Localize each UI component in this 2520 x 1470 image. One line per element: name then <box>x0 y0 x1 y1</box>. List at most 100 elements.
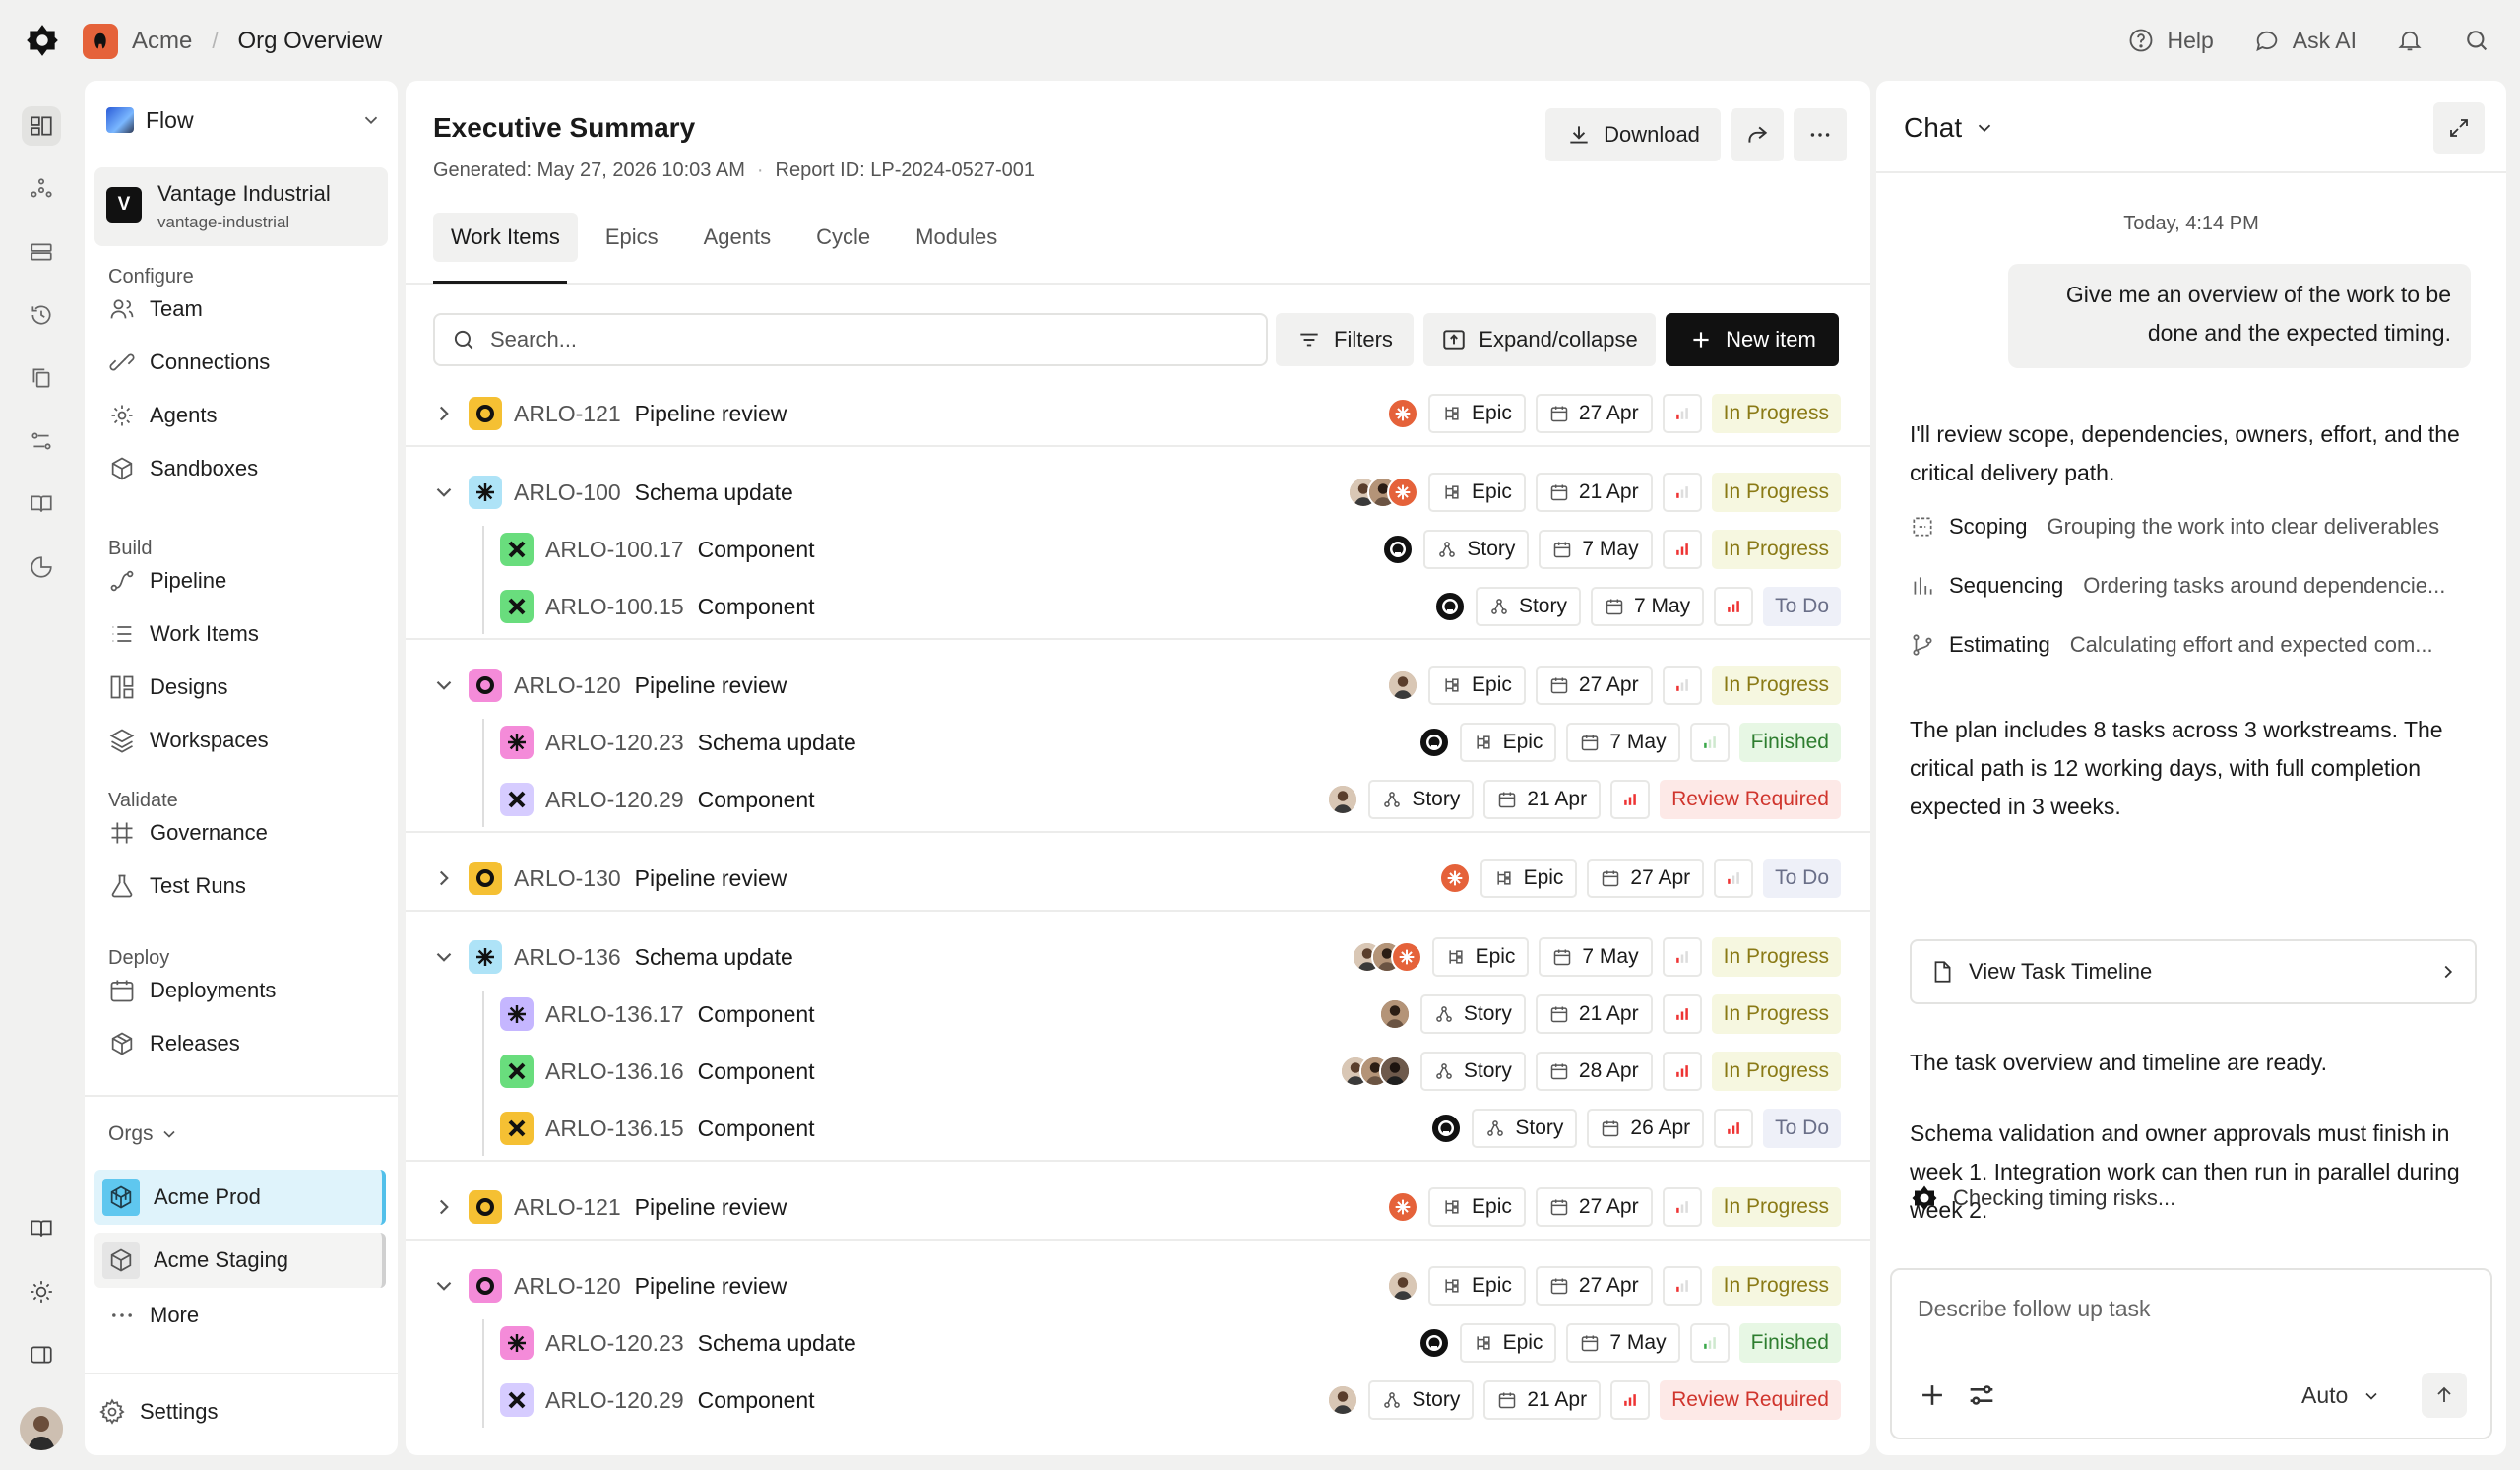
app-logo-icon[interactable] <box>24 22 61 59</box>
due-date-chip[interactable]: 7 May <box>1566 1323 1680 1363</box>
assignees[interactable] <box>1433 591 1466 622</box>
work-item-row[interactable]: ARLO-100.15 Component Story 7 May To Do <box>406 579 1870 634</box>
chevron-down-icon[interactable] <box>431 672 457 698</box>
priority-chip[interactable] <box>1662 394 1702 433</box>
acme-app-icon[interactable] <box>83 24 118 59</box>
org-acme-prod[interactable]: Acme Prod <box>94 1170 386 1225</box>
nav-deployments[interactable]: Deployments <box>108 971 276 1010</box>
assignees[interactable] <box>1339 1055 1411 1087</box>
due-date-chip[interactable]: 21 Apr <box>1535 473 1653 512</box>
status-badge[interactable]: To Do <box>1763 1109 1841 1148</box>
tab-work-items[interactable]: Work Items <box>433 213 578 262</box>
org-acme-staging[interactable]: Acme Staging <box>94 1233 386 1288</box>
item-type-chip[interactable]: Epic <box>1459 723 1557 762</box>
status-badge[interactable]: Finished <box>1738 723 1841 762</box>
ask-ai-button[interactable]: Ask AI <box>2253 27 2357 54</box>
nav-agents[interactable]: Agents <box>108 396 218 435</box>
plus-icon[interactable] <box>1916 1378 1949 1412</box>
work-item-row[interactable]: ARLO-100 Schema update Epic 21 Apr In Progre… <box>406 465 1870 520</box>
due-date-chip[interactable]: 21 Apr <box>1483 1380 1602 1420</box>
download-button[interactable]: Download <box>1545 108 1721 161</box>
due-date-chip[interactable]: 27 Apr <box>1535 666 1653 705</box>
chevron-right-icon[interactable] <box>431 401 457 426</box>
work-item-row[interactable]: ARLO-121 Pipeline review Epic 27 Apr In Prog… <box>406 386 1870 441</box>
work-item-row[interactable]: ARLO-121 Pipeline review Epic 27 Apr In Prog… <box>406 1180 1870 1235</box>
chevron-right-icon[interactable] <box>431 865 457 891</box>
send-button[interactable] <box>2422 1373 2467 1418</box>
model-mode-select[interactable]: Auto <box>2301 1382 2381 1409</box>
due-date-chip[interactable]: 7 May <box>1539 937 1653 977</box>
search-input[interactable]: Search... <box>433 313 1268 366</box>
tab-epics[interactable]: Epics <box>588 213 676 262</box>
new-item-button[interactable]: New item <box>1666 313 1839 366</box>
priority-chip[interactable] <box>1714 1109 1754 1148</box>
workspace-selector[interactable]: Flow <box>106 100 382 140</box>
nav-settings[interactable]: Settings <box>98 1392 219 1432</box>
nav-designs[interactable]: Designs <box>108 668 227 707</box>
item-type-chip[interactable]: Epic <box>1480 859 1578 898</box>
status-badge[interactable]: Review Required <box>1660 780 1841 819</box>
sun-icon[interactable] <box>22 1272 61 1311</box>
status-badge[interactable]: In Progress <box>1711 1052 1841 1091</box>
assignees[interactable] <box>1327 1384 1359 1416</box>
copy-icon[interactable] <box>22 358 61 398</box>
status-badge[interactable]: In Progress <box>1711 394 1841 433</box>
priority-chip[interactable] <box>1714 587 1754 626</box>
more-button[interactable] <box>1794 108 1847 161</box>
nav-governance[interactable]: Governance <box>108 813 268 853</box>
status-badge[interactable]: In Progress <box>1711 937 1841 977</box>
expand-collapse-button[interactable]: Expand/collapse <box>1423 313 1656 366</box>
docs-icon[interactable] <box>22 1209 61 1248</box>
dashboard-icon[interactable] <box>22 106 61 146</box>
nav-work-items[interactable]: Work Items <box>108 614 259 654</box>
assignees[interactable] <box>1378 998 1411 1030</box>
status-badge[interactable]: In Progress <box>1711 1187 1841 1227</box>
view-task-timeline-card[interactable]: View Task Timeline <box>1910 939 2477 1004</box>
nav-sandboxes[interactable]: Sandboxes <box>108 449 258 488</box>
panel-icon[interactable] <box>22 1335 61 1374</box>
flow-icon[interactable] <box>22 421 61 461</box>
share-button[interactable] <box>1731 108 1784 161</box>
item-type-chip[interactable]: Story <box>1472 1109 1578 1148</box>
item-type-chip[interactable]: Epic <box>1459 1323 1557 1363</box>
status-badge[interactable]: In Progress <box>1711 1266 1841 1306</box>
filters-button[interactable]: Filters <box>1276 313 1414 366</box>
work-item-row[interactable]: ARLO-136.17 Component Story 21 Apr In Progre… <box>406 987 1870 1042</box>
help-button[interactable]: Help <box>2127 27 2214 54</box>
work-item-row[interactable]: ARLO-120.23 Schema update Epic 7 May Finishe… <box>406 715 1870 770</box>
status-badge[interactable]: To Do <box>1763 859 1841 898</box>
chevron-down-icon[interactable] <box>431 1273 457 1299</box>
due-date-chip[interactable]: 7 May <box>1590 587 1705 626</box>
nav-team[interactable]: Team <box>108 289 203 329</box>
item-type-chip[interactable]: Story <box>1423 530 1530 569</box>
item-type-chip[interactable]: Epic <box>1431 937 1530 977</box>
priority-chip[interactable] <box>1662 937 1702 977</box>
due-date-chip[interactable]: 27 Apr <box>1587 859 1705 898</box>
due-date-chip[interactable]: 7 May <box>1566 723 1680 762</box>
nav-connections[interactable]: Connections <box>108 343 270 382</box>
work-item-row[interactable]: ARLO-120 Pipeline review Epic 27 Apr In Prog… <box>406 1258 1870 1313</box>
user-avatar[interactable] <box>20 1407 63 1450</box>
work-item-row[interactable]: ARLO-120 Pipeline review Epic 27 Apr In Prog… <box>406 658 1870 713</box>
status-badge[interactable]: To Do <box>1763 587 1841 626</box>
assignees[interactable] <box>1387 398 1419 429</box>
nav-pipeline[interactable]: Pipeline <box>108 561 226 601</box>
nodes-icon[interactable] <box>22 169 61 209</box>
status-badge[interactable]: Finished <box>1738 1323 1841 1363</box>
item-type-chip[interactable]: Story <box>1368 1380 1475 1420</box>
status-badge[interactable]: In Progress <box>1711 666 1841 705</box>
pie-icon[interactable] <box>22 547 61 587</box>
sliders-icon[interactable] <box>1965 1378 1998 1412</box>
work-item-row[interactable]: ARLO-136.16 Component Story 28 Apr In Progre… <box>406 1044 1870 1099</box>
chevron-down-icon[interactable] <box>431 944 457 970</box>
assignees[interactable] <box>1382 534 1415 565</box>
tab-cycle[interactable]: Cycle <box>798 213 888 262</box>
item-type-chip[interactable]: Epic <box>1428 666 1526 705</box>
due-date-chip[interactable]: 27 Apr <box>1535 394 1653 433</box>
work-item-row[interactable]: ARLO-100.17 Component Story 7 May In Progres… <box>406 522 1870 577</box>
tab-agents[interactable]: Agents <box>686 213 789 262</box>
item-type-chip[interactable]: Epic <box>1428 394 1526 433</box>
bell-icon[interactable] <box>2396 27 2424 54</box>
item-type-chip[interactable]: Story <box>1475 587 1581 626</box>
due-date-chip[interactable]: 27 Apr <box>1535 1187 1653 1227</box>
